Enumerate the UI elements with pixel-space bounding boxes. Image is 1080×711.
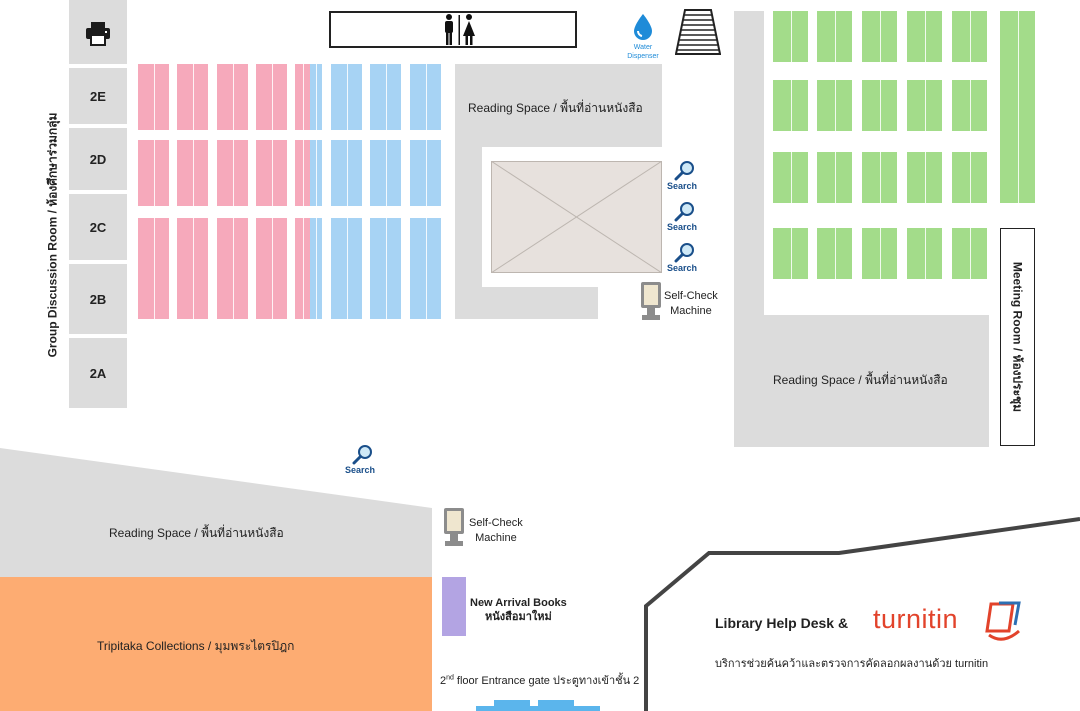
turnitin-logo-text: turnitin	[873, 604, 959, 634]
help-desk-title: Library Help Desk &	[715, 615, 849, 631]
help-desk-subtitle: บริการช่วยค้นคว้าและตรวจการคัดลอกผลงานด้…	[715, 658, 989, 670]
turnitin-logo-icon	[985, 601, 1021, 641]
